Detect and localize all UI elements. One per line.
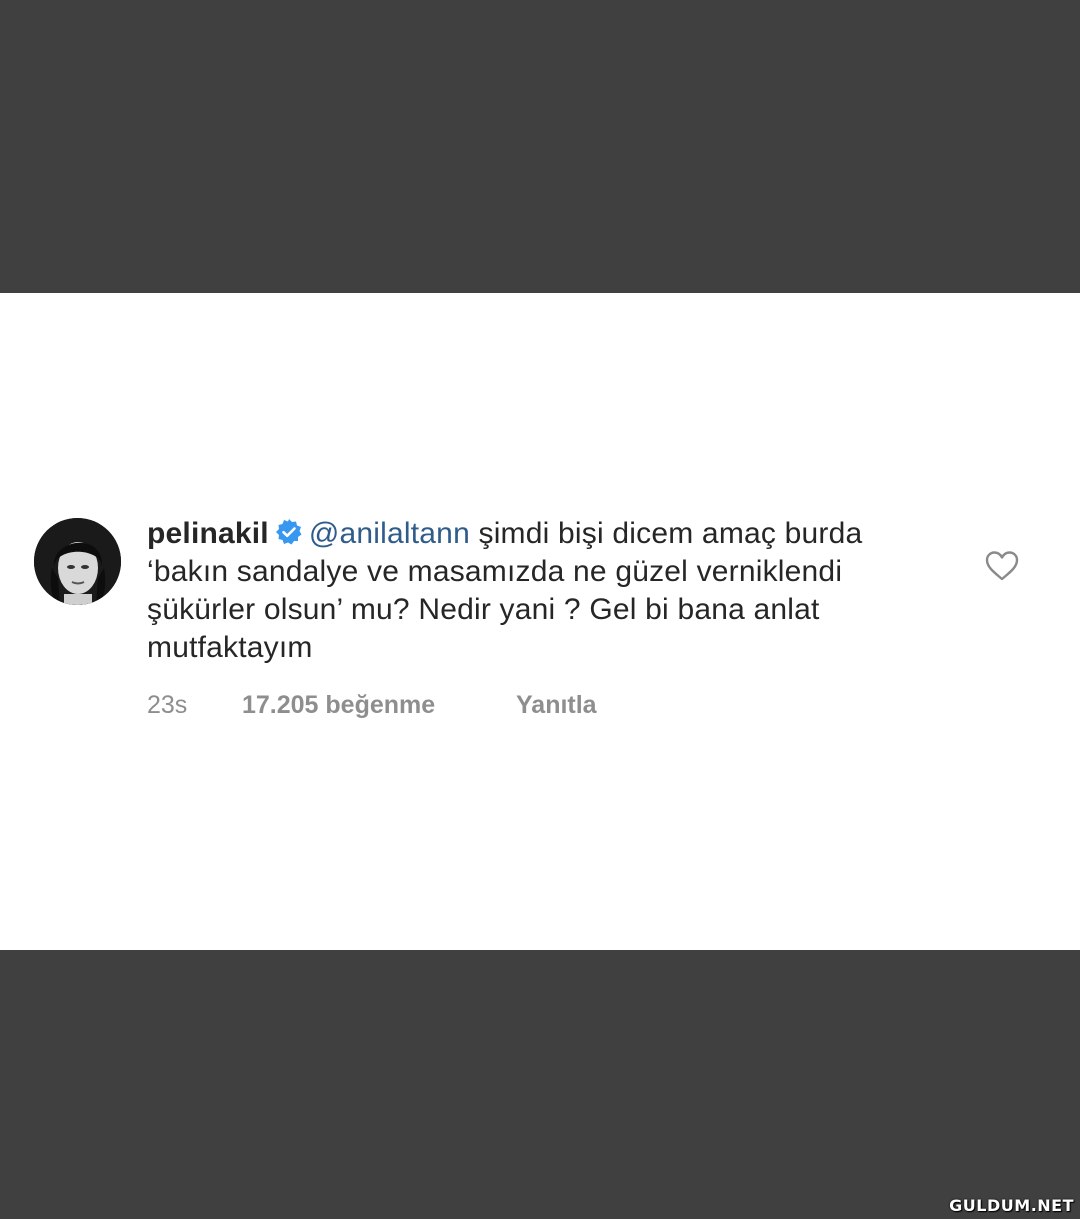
- username-link[interactable]: pelinakil: [147, 517, 269, 550]
- avatar[interactable]: [34, 518, 121, 605]
- top-dark-band: [0, 0, 1080, 293]
- bottom-dark-band: [0, 950, 1080, 1219]
- comment-card: pelinakil @anilaltann şimdi bişi dicem am…: [0, 293, 1080, 950]
- comment-meta: 23s 17.205 beğenme Yanıtla: [147, 691, 597, 720]
- mention-link[interactable]: @anilaltann: [309, 517, 470, 550]
- heart-outline-icon[interactable]: [985, 550, 1019, 582]
- avatar-photo: [34, 518, 121, 605]
- comment-text-block: pelinakil @anilaltann şimdi bişi dicem am…: [147, 515, 947, 667]
- reply-button[interactable]: Yanıtla: [516, 691, 597, 720]
- watermark-text: GULDUM.NET: [949, 1196, 1074, 1215]
- comment-time: 23s: [147, 691, 188, 719]
- likes-count-link[interactable]: 17.205 beğenme: [242, 691, 516, 720]
- verified-badge-icon: [275, 518, 303, 546]
